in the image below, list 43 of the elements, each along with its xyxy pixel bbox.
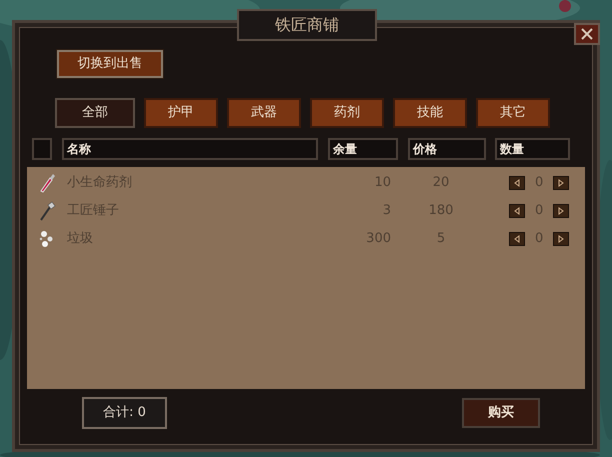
stock-cell-text: 10 [373, 174, 391, 192]
category-tab[interactable]: 武器 [227, 98, 301, 128]
decrease-button[interactable] [509, 232, 525, 246]
increase-button[interactable] [553, 176, 569, 190]
quantity-value: 0 [535, 230, 543, 248]
price-cell-text: 20 [432, 174, 450, 192]
column-header: 余量 [328, 138, 398, 160]
column-header: 数量 [495, 138, 570, 160]
right-triangle-icon [557, 235, 565, 243]
item-name: 小生命药剂 [67, 174, 132, 192]
column-header: 价格 [408, 138, 486, 160]
window-title: 铁匠商铺 [237, 9, 377, 41]
select-all-checkbox[interactable] [32, 138, 52, 160]
category-tab[interactable]: 全部 [55, 98, 135, 128]
close-icon [580, 27, 594, 41]
buy-button[interactable]: 购买 [462, 398, 540, 428]
category-tab[interactable]: 护甲 [144, 98, 218, 128]
category-tab[interactable]: 技能 [393, 98, 467, 128]
category-tab[interactable]: 药剂 [310, 98, 384, 128]
left-triangle-icon [513, 207, 521, 215]
column-header: 名称 [62, 138, 318, 160]
close-button[interactable] [574, 23, 600, 45]
price-cell-text: 180 [428, 202, 454, 220]
hammer-icon [38, 201, 56, 221]
price-cell-text: 5 [436, 230, 446, 248]
increase-button[interactable] [553, 204, 569, 218]
item-name: 垃圾 [67, 230, 93, 248]
decrease-button[interactable] [509, 176, 525, 190]
quantity-value: 0 [535, 174, 543, 192]
left-triangle-icon [513, 179, 521, 187]
right-triangle-icon [557, 207, 565, 215]
item-name: 工匠锤子 [67, 202, 119, 220]
quantity-value: 0 [535, 202, 543, 220]
total-display: 合计: 0 [82, 397, 167, 429]
right-triangle-icon [557, 179, 565, 187]
decrease-button[interactable] [509, 204, 525, 218]
increase-button[interactable] [553, 232, 569, 246]
switch-mode-button[interactable]: 切换到出售 [57, 50, 163, 78]
category-tab[interactable]: 其它 [476, 98, 550, 128]
vial-icon [38, 173, 56, 193]
stock-cell-text: 300 [365, 230, 391, 248]
stock-cell-text: 3 [382, 202, 391, 220]
left-triangle-icon [513, 235, 521, 243]
